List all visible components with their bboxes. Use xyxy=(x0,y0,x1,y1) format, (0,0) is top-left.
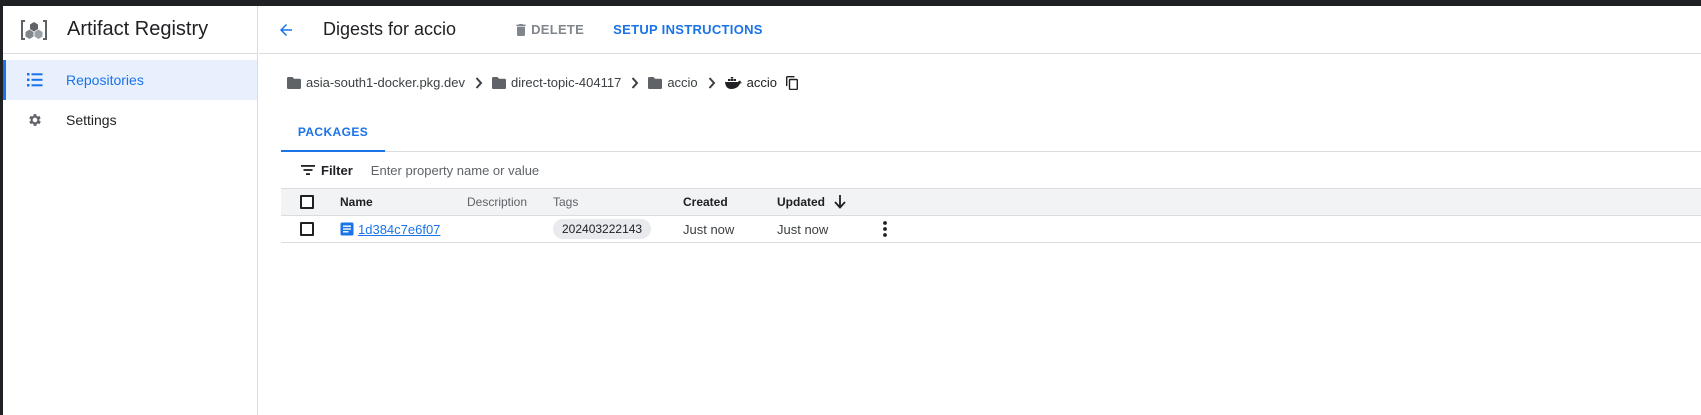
breadcrumb-item-host[interactable]: asia-south1-docker.pkg.dev xyxy=(287,75,465,90)
sidebar-item-repositories[interactable]: Repositories xyxy=(3,60,257,100)
more-vert-icon[interactable] xyxy=(875,219,895,239)
folder-icon xyxy=(287,76,301,89)
top-bar: Digests for accio DELETE SETUP INSTRUCTI… xyxy=(259,6,1701,54)
folder-icon xyxy=(491,76,506,89)
filter-bar: Filter xyxy=(301,158,671,182)
digest-link[interactable]: 1d384c7e6f07 xyxy=(340,222,440,237)
folder-icon xyxy=(648,76,663,89)
breadcrumb-label: direct-topic-404117 xyxy=(510,75,622,90)
column-header-created[interactable]: Created xyxy=(683,195,728,209)
tab-bar: PACKAGES xyxy=(281,114,1701,152)
sidebar: Artifact Registry Repositories Settings xyxy=(3,6,258,415)
row-checkbox[interactable] xyxy=(300,222,314,236)
digest-updated: Just now xyxy=(777,221,829,237)
breadcrumb-label: asia-south1-docker.pkg.dev xyxy=(306,75,465,90)
select-all-checkbox[interactable] xyxy=(300,195,314,209)
gear-icon xyxy=(25,110,45,130)
copy-icon[interactable] xyxy=(786,75,799,90)
filter-label: Filter xyxy=(321,162,353,178)
tab-packages[interactable]: PACKAGES xyxy=(281,114,385,152)
sidebar-item-label: Repositories xyxy=(66,72,144,88)
artifact-registry-logo-icon xyxy=(16,12,52,48)
breadcrumb-label: accio xyxy=(746,75,778,90)
chevron-right-icon xyxy=(708,76,716,89)
document-icon xyxy=(340,222,354,236)
trash-icon xyxy=(516,23,526,36)
sidebar-header: Artifact Registry xyxy=(3,6,257,54)
breadcrumb: asia-south1-docker.pkg.dev direct-topic-… xyxy=(287,75,799,90)
breadcrumb-label: accio xyxy=(667,75,698,90)
sidebar-item-settings[interactable]: Settings xyxy=(3,100,257,140)
sidebar-nav: Repositories Settings xyxy=(3,54,257,140)
tag-chip[interactable]: 202403222143 xyxy=(553,219,652,239)
filter-icon xyxy=(301,165,315,175)
main-content: Digests for accio DELETE SETUP INSTRUCTI… xyxy=(259,6,1701,415)
chevron-right-icon xyxy=(475,76,483,89)
app-title: Artifact Registry xyxy=(67,18,209,40)
back-button[interactable] xyxy=(266,10,306,50)
table-header-row: Name Description Tags Created Updated xyxy=(281,188,1701,216)
digest-created: Just now xyxy=(683,221,735,237)
filter-input[interactable] xyxy=(370,162,671,178)
delete-label: DELETE xyxy=(531,22,585,37)
column-header-tags[interactable]: Tags xyxy=(553,195,578,209)
arrow-down-icon xyxy=(834,195,846,209)
list-icon xyxy=(25,70,45,90)
docker-icon xyxy=(724,76,742,89)
digest-name: 1d384c7e6f07 xyxy=(358,221,441,237)
setup-instructions-button[interactable]: SETUP INSTRUCTIONS xyxy=(613,22,763,37)
column-header-name[interactable]: Name xyxy=(340,195,373,209)
breadcrumb-item-image: accio xyxy=(724,75,778,90)
chevron-right-icon xyxy=(631,76,639,89)
digests-table: Name Description Tags Created Updated 1d… xyxy=(281,188,1701,243)
column-header-updated[interactable]: Updated xyxy=(777,195,846,209)
setup-instructions-label: SETUP INSTRUCTIONS xyxy=(613,22,763,37)
arrow-back-icon xyxy=(280,23,292,36)
column-header-updated-label: Updated xyxy=(777,195,825,209)
delete-button[interactable]: DELETE xyxy=(513,22,584,38)
page-title: Digests for accio xyxy=(323,19,457,39)
column-header-description[interactable]: Description xyxy=(467,195,527,209)
table-row: 1d384c7e6f07 202403222143 Just now Just … xyxy=(281,216,1701,243)
breadcrumb-item-project[interactable]: direct-topic-404117 xyxy=(491,75,622,90)
breadcrumb-item-repository[interactable]: accio xyxy=(648,75,698,90)
sidebar-item-label: Settings xyxy=(66,112,117,128)
tag-chip-label: 202403222143 xyxy=(553,219,652,239)
